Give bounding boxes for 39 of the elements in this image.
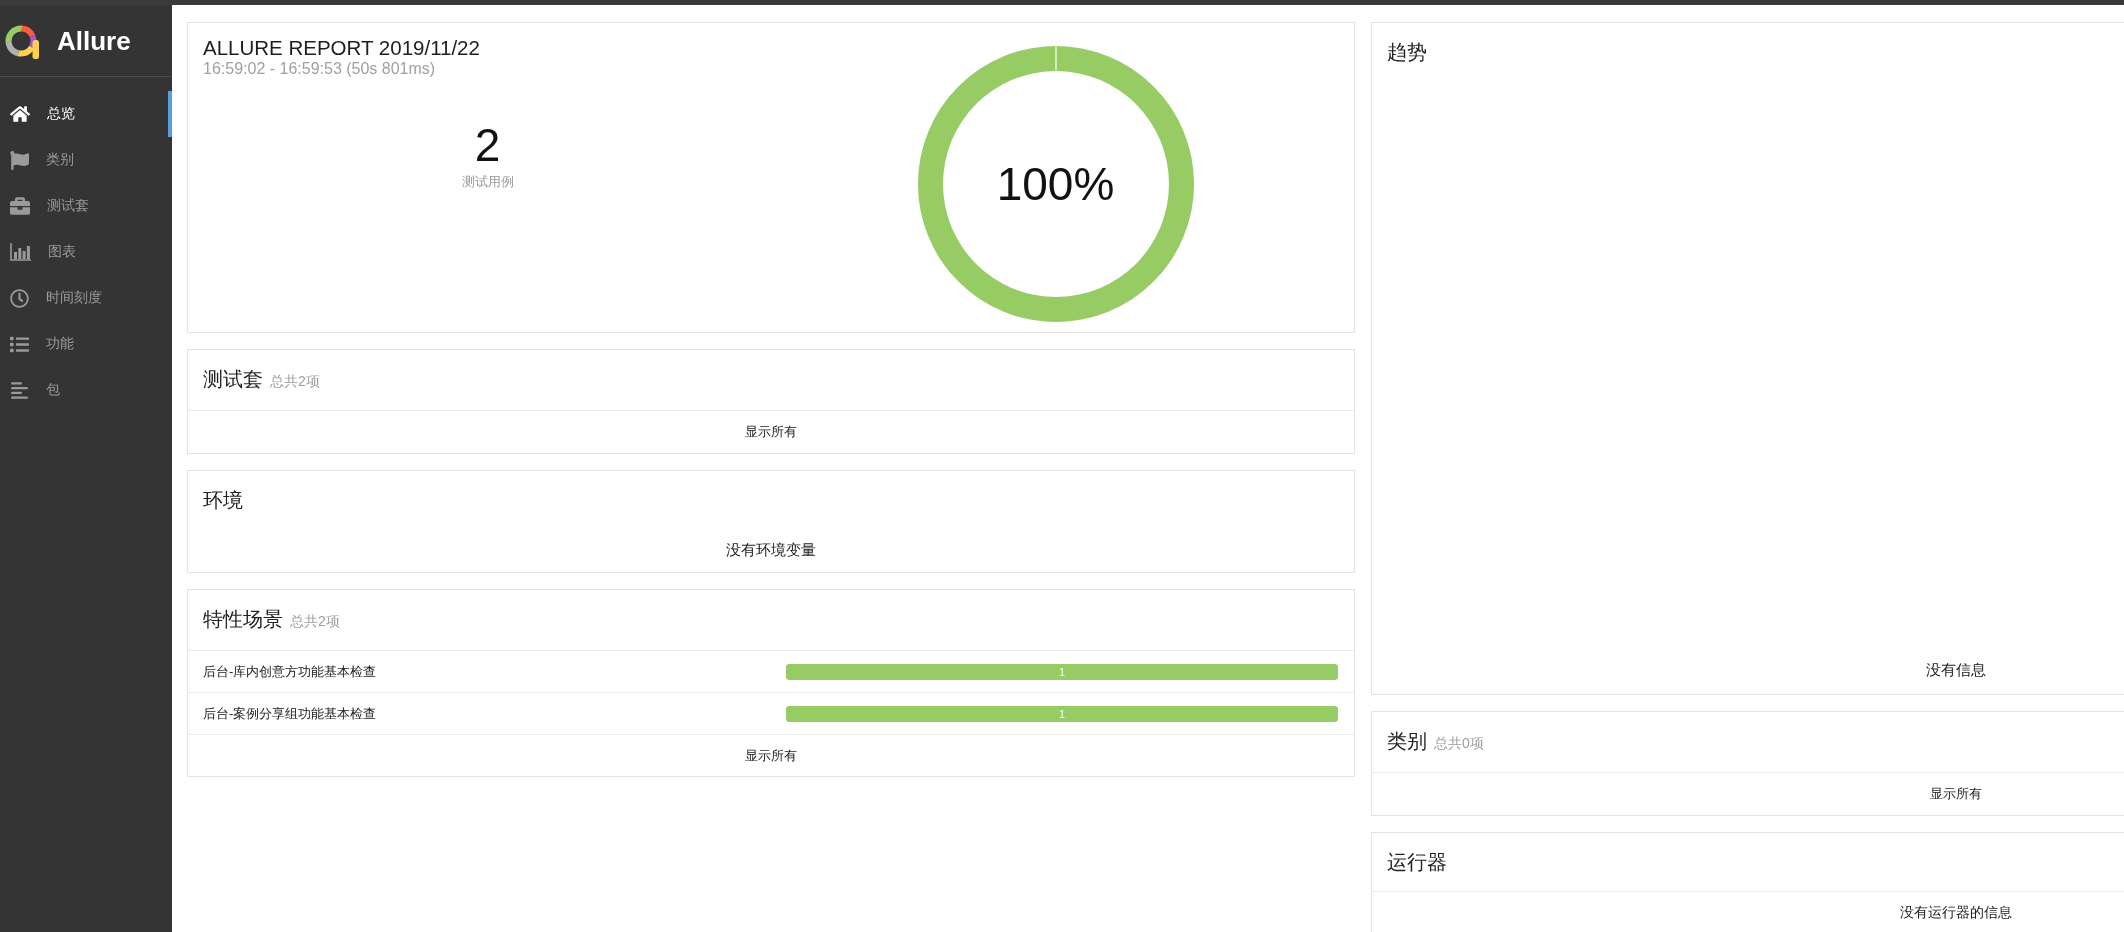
bar-chart-icon (10, 243, 31, 261)
nav-item[interactable]: 时间刻度 (0, 275, 172, 321)
nav-item[interactable]: 功能 (0, 321, 172, 367)
section-title: 特性场景 (203, 607, 283, 631)
show-all-link[interactable]: 显示所有 (745, 746, 797, 765)
nav-item[interactable]: 类别 (0, 137, 172, 183)
nav-item[interactable]: 测试套 (0, 183, 172, 229)
report-title: ALLURE REPORT 2019/11/22 (203, 36, 480, 60)
passed-bar-fill: 1 (786, 663, 1338, 680)
clock-icon (10, 288, 29, 308)
flag-icon (10, 150, 29, 170)
item-count: 总共0项 (1434, 734, 1484, 753)
empty-message: 没有环境变量 (726, 541, 816, 560)
nav-item[interactable]: 包 (0, 367, 172, 413)
section-title: 环境 (203, 488, 243, 512)
test-count-label: 测试用例 (461, 174, 514, 190)
test-count: 2 (474, 122, 501, 168)
empty-message: 没有运行器的信息 (1899, 904, 2012, 922)
nav-item[interactable]: 图表 (0, 229, 172, 275)
section-title: 测试套 (203, 367, 263, 391)
nav-item[interactable]: 总览 (0, 91, 172, 137)
briefcase-icon (10, 196, 30, 216)
section-title: 趋势 (1387, 40, 1427, 64)
brand-name: Allure (57, 25, 131, 56)
item-count: 总共2项 (270, 372, 320, 391)
time-range: 16:59:02 - 16:59:53 (50s 801ms) (203, 60, 436, 78)
section-title: 类别 (1387, 729, 1427, 753)
feature-name: 后台-库内创意方功能基本检查 (203, 662, 377, 681)
empty-message: 没有信息 (1925, 661, 1986, 680)
section-title: 运行器 (1387, 850, 1447, 874)
passed-bar-fill: 1 (786, 705, 1338, 722)
item-count: 总共2项 (290, 612, 340, 631)
feature-name: 后台-案例分享组功能基本检查 (203, 704, 377, 723)
show-all-link[interactable]: 显示所有 (745, 423, 797, 441)
show-all-link[interactable]: 显示所有 (1929, 785, 1982, 803)
list-icon (10, 334, 29, 354)
success-rate-label: 100% (996, 159, 1115, 209)
align-left-icon (10, 380, 29, 400)
home-icon (10, 104, 30, 124)
